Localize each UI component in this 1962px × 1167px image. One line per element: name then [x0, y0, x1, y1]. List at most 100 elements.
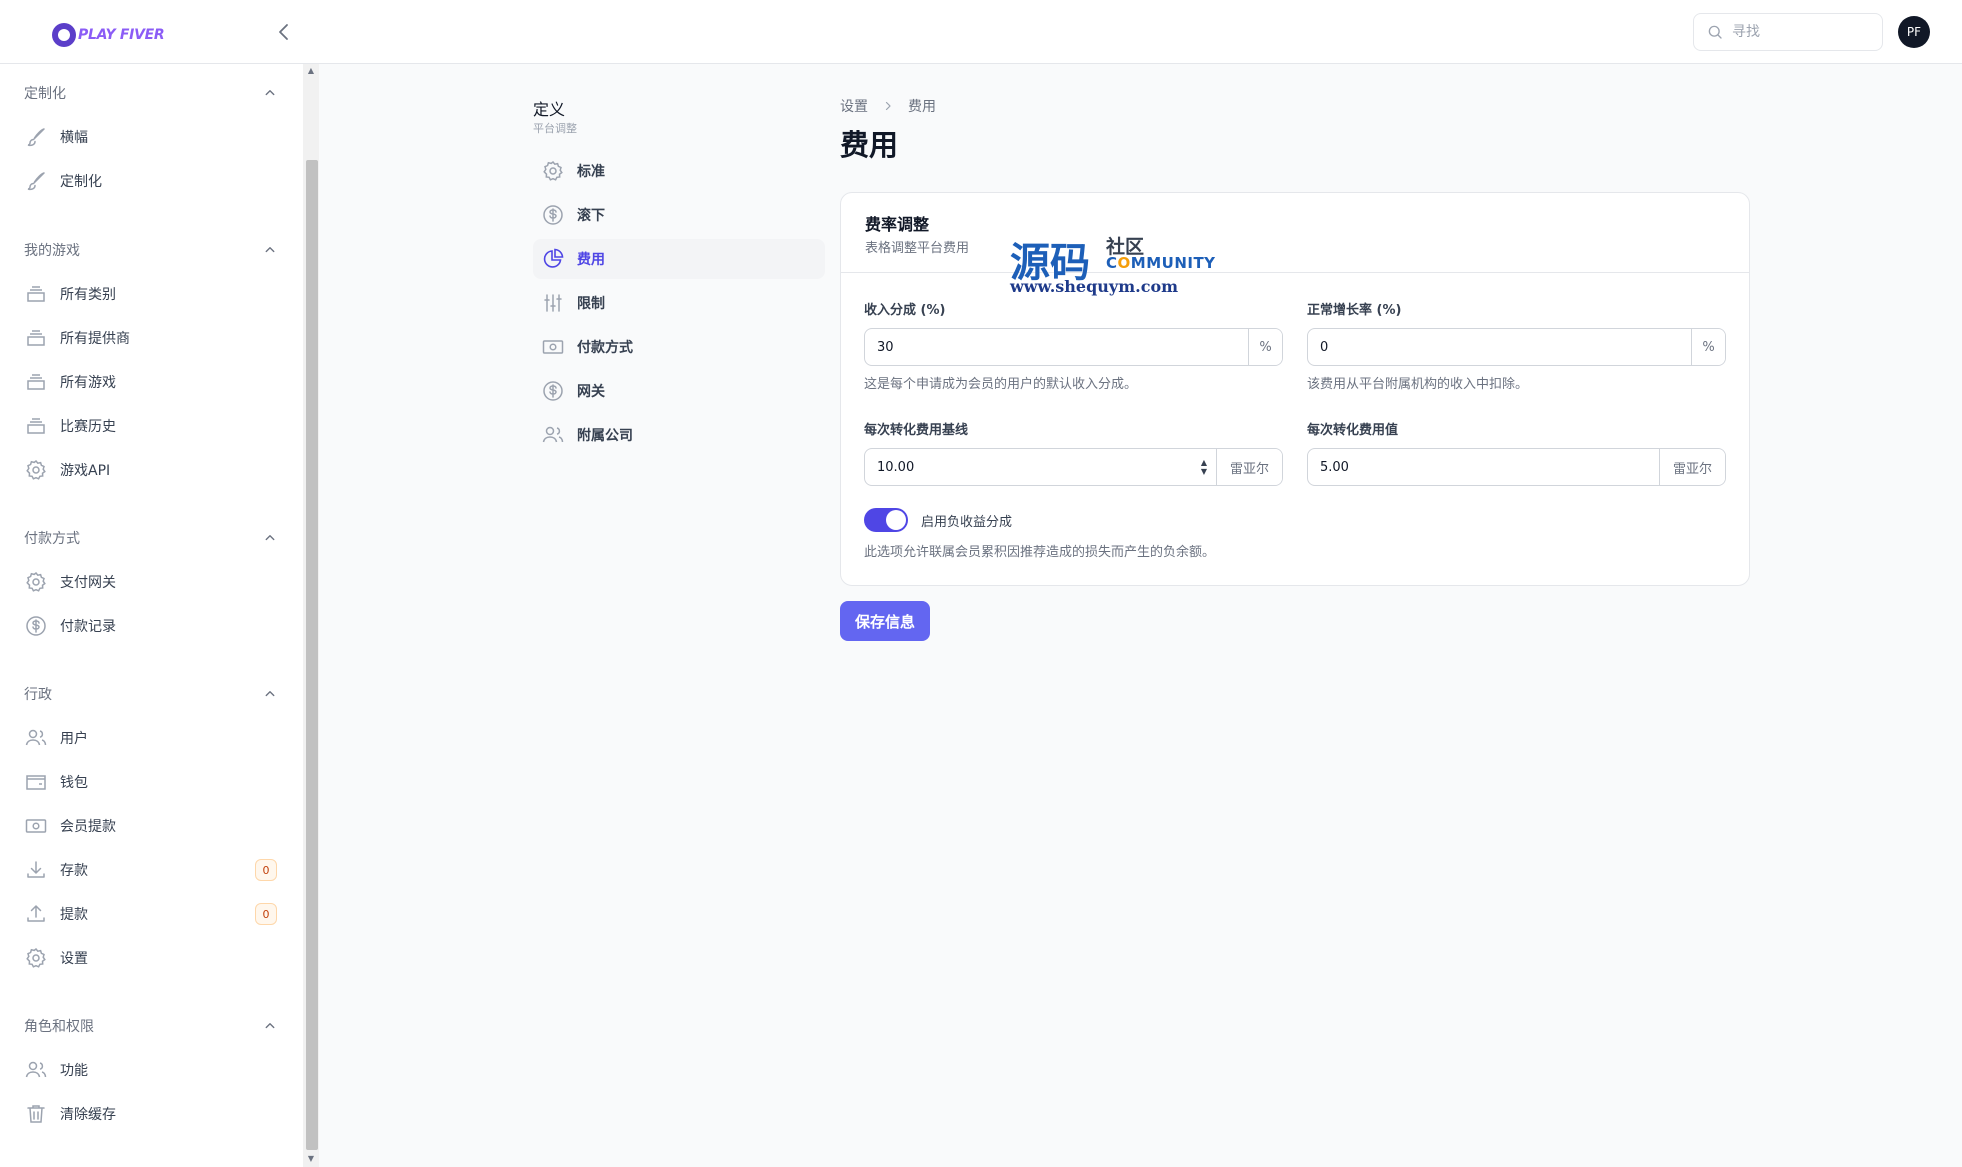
card-title: 费率调整 [865, 215, 930, 234]
breadcrumb-current: 费用 [908, 99, 936, 115]
search-icon [1706, 23, 1724, 41]
subnav-item-rollover[interactable]: 滚下 [533, 195, 825, 235]
subnav-item-fees[interactable]: 费用 [533, 239, 825, 279]
logo-text: PLAY FIVER [78, 27, 165, 43]
sidebar-item-wallet[interactable]: 钱包 [0, 760, 303, 804]
sidebar-group-payment-methods: 付款方式 [0, 523, 303, 553]
card-description: 表格调整平台费用 [865, 241, 970, 256]
sidebar-item-label: 存款 [60, 863, 88, 879]
pie-chart-icon [541, 247, 565, 271]
sidebar-item-users[interactable]: 用户 [0, 716, 303, 760]
subnav-item-label: 附属公司 [577, 428, 633, 444]
sidebar-item-deposit[interactable]: 存款 0 [0, 848, 303, 892]
scroll-down-arrow-icon[interactable]: ▼ [306, 1154, 316, 1164]
search-box[interactable] [1693, 13, 1883, 51]
cpa-baseline-input[interactable] [865, 449, 1192, 485]
toggle-label: 启用负收益分成 [921, 515, 1013, 530]
subnav-subtitle: 平台调整 [533, 122, 577, 135]
chevron-right-icon [885, 101, 891, 111]
sidebar-item-features[interactable]: 功能 [0, 1048, 303, 1092]
cpa-value-field: 雷亚尔 [1307, 448, 1726, 486]
search-input[interactable] [1732, 24, 1862, 40]
subnav-item-payment-methods[interactable]: 付款方式 [533, 327, 825, 367]
watermark-en-text: COMMUNITY [1106, 254, 1216, 272]
subnav-item-label: 网关 [577, 384, 605, 400]
sidebar-item-match-history[interactable]: 比赛历史 [0, 404, 303, 448]
sidebar-item-all-providers[interactable]: 所有提供商 [0, 316, 303, 360]
number-stepper[interactable]: ▲ ▼ [1192, 449, 1216, 485]
sidebar-group-title: 我的游戏 [24, 243, 80, 259]
sidebar-item-member-withdrawal[interactable]: 会员提款 [0, 804, 303, 848]
sidebar-item-all-games[interactable]: 所有游戏 [0, 360, 303, 404]
sidebar-item-payment-records[interactable]: 付款记录 [0, 604, 303, 648]
cpa-value-input[interactable] [1308, 449, 1659, 485]
sidebar-group-header[interactable]: 行政 [0, 679, 303, 709]
revenue-share-input[interactable] [865, 329, 1248, 365]
subnav-item-standard[interactable]: 标准 [533, 151, 825, 191]
subnav-item-affiliates[interactable]: 附属公司 [533, 415, 825, 455]
scroll-up-arrow-icon[interactable]: ▲ [306, 66, 316, 76]
sidebar-item-label: 钱包 [60, 775, 88, 791]
sidebar-item-label: 用户 [60, 731, 88, 747]
avatar[interactable]: PF [1898, 16, 1930, 48]
logo-mark-icon [52, 23, 76, 47]
sidebar-item-customization[interactable]: 定制化 [0, 159, 303, 203]
sidebar-group-title: 定制化 [24, 86, 66, 102]
sidebar-item-all-categories[interactable]: 所有类别 [0, 272, 303, 316]
sidebar-item-label: 付款记录 [60, 619, 116, 635]
sidebar-scrollbar-thumb[interactable] [306, 160, 318, 1150]
sidebar-group-my-games: 我的游戏 [0, 235, 303, 265]
sidebar-item-banner[interactable]: 横幅 [0, 115, 303, 159]
sidebar-group-header[interactable]: 付款方式 [0, 523, 303, 553]
upload-icon [24, 902, 48, 926]
stepper-up-icon[interactable]: ▲ [1201, 458, 1207, 467]
sidebar-group-header[interactable]: 角色和权限 [0, 1011, 303, 1041]
sidebar-item-game-api[interactable]: 游戏API [0, 448, 303, 492]
sidebar-group-header[interactable]: 定制化 [0, 78, 303, 108]
sidebar-item-clear-cache[interactable]: 清除缓存 [0, 1092, 303, 1136]
watermark-en-start: C [1106, 254, 1118, 272]
brush-icon [24, 125, 48, 149]
negative-revenue-share-toggle[interactable] [864, 508, 908, 532]
gear-icon [541, 159, 565, 183]
watermark-url: www.shequym.com [1010, 277, 1179, 296]
sidebar-group-title: 角色和权限 [24, 1019, 94, 1035]
wallet-icon [24, 770, 48, 794]
sidebar-item-label: 所有提供商 [60, 331, 130, 347]
cpa-value-label: 每次转化费用值 [1307, 423, 1399, 438]
subnav-item-gateway[interactable]: 网关 [533, 371, 825, 411]
gear-icon [24, 946, 48, 970]
sidebar-group-roles-permissions: 角色和权限 [0, 1011, 303, 1041]
sidebar-group-header[interactable]: 我的游戏 [0, 235, 303, 265]
dollar-icon [541, 203, 565, 227]
brush-icon [24, 169, 48, 193]
breadcrumb: 设置 费用 [840, 96, 936, 116]
gear-icon [24, 570, 48, 594]
chevron-up-icon [261, 241, 279, 259]
logo[interactable]: PLAY FIVER [52, 18, 167, 52]
sidebar-item-label: 游戏API [60, 463, 111, 479]
growth-rate-help: 该费用从平台附属机构的收入中扣除。 [1307, 377, 1529, 392]
subnav-item-label: 限制 [577, 296, 605, 312]
subnav-item-label: 滚下 [577, 208, 605, 224]
save-button[interactable]: 保存信息 [840, 601, 930, 641]
users-icon [24, 1058, 48, 1082]
subnav-item-label: 费用 [577, 252, 605, 268]
sidebar-item-label: 比赛历史 [60, 419, 116, 435]
sidebar-item-settings[interactable]: 设置 [0, 936, 303, 980]
sidebar-item-label: 所有游戏 [60, 375, 116, 391]
collapse-sidebar-chevron-left-icon[interactable] [272, 20, 296, 44]
sidebar-item-label: 功能 [60, 1063, 88, 1079]
growth-rate-input[interactable] [1308, 329, 1691, 365]
breadcrumb-parent-link[interactable]: 设置 [840, 96, 868, 116]
sidebar-item-label: 设置 [60, 951, 88, 967]
stepper-down-icon[interactable]: ▼ [1201, 467, 1207, 476]
users-icon [24, 726, 48, 750]
sidebar-item-withdrawal[interactable]: 提款 0 [0, 892, 303, 936]
count-badge: 0 [255, 859, 277, 881]
subnav-item-limits[interactable]: 限制 [533, 283, 825, 323]
sidebar-item-payment-gateway[interactable]: 支付网关 [0, 560, 303, 604]
count-badge: 0 [255, 903, 277, 925]
sidebar-item-label: 会员提款 [60, 819, 116, 835]
growth-rate-field: % [1307, 328, 1726, 366]
